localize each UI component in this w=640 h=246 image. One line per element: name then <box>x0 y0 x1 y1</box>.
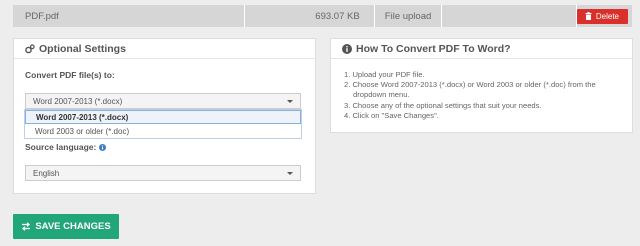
convert-dropdown-list: Word 2007-2013 (*.docx) Word 2003 or old… <box>24 109 302 139</box>
how-to-step: 3. Choose any of the optional settings t… <box>344 100 542 110</box>
file-row: PDF.pdf 693.07 KB File upload Delete <box>13 5 632 27</box>
delete-button[interactable]: Delete <box>576 8 628 24</box>
how-to-step: 2. Choose Word 2007-2013 (*.docx) or Wor… <box>344 80 596 90</box>
source-language-label: Source language: <box>25 142 107 152</box>
chevron-down-icon <box>287 100 293 103</box>
info-circle-icon <box>342 43 352 54</box>
file-actions: Delete <box>576 5 632 27</box>
convert-label: Convert PDF file(s) to: <box>25 70 115 80</box>
file-source: File upload <box>375 5 443 27</box>
how-to-panel: How To Convert PDF To Word? 1. Upload yo… <box>330 38 633 133</box>
how-to-step: 1. Upload your PDF file. <box>344 70 425 79</box>
source-language-select[interactable]: English <box>25 165 301 181</box>
source-language-value: English <box>33 168 60 178</box>
file-size: 693.07 KB <box>245 5 375 27</box>
exchange-icon <box>22 222 31 231</box>
dropdown-option-doc[interactable]: Word 2003 or older (*.doc) <box>25 124 301 138</box>
save-changes-button[interactable]: SAVE CHANGES <box>13 214 119 239</box>
info-icon[interactable] <box>99 143 107 151</box>
how-to-step: dropdown menu. <box>353 90 410 100</box>
how-to-steps: 1. Upload your PDF file. 2. Choose Word … <box>344 70 624 121</box>
how-to-header: How To Convert PDF To Word? <box>331 39 632 59</box>
how-to-step: 4. Click on "Save Changes". <box>344 110 439 120</box>
source-language-text: Source language: <box>25 142 97 152</box>
gears-icon <box>25 43 35 53</box>
file-spacer <box>442 5 577 27</box>
trash-icon <box>585 12 592 20</box>
chevron-down-icon <box>287 172 293 175</box>
how-to-title: How To Convert PDF To Word? <box>356 42 511 55</box>
optional-settings-header: Optional Settings <box>14 39 315 59</box>
file-name: PDF.pdf <box>13 5 246 27</box>
save-changes-label: SAVE CHANGES <box>35 221 111 232</box>
dropdown-option-docx[interactable]: Word 2007-2013 (*.docx) <box>25 110 301 124</box>
convert-select-value: Word 2007-2013 (*.docx) <box>33 96 123 106</box>
delete-label: Delete <box>595 11 619 21</box>
optional-settings-title: Optional Settings <box>39 42 126 55</box>
convert-select[interactable]: Word 2007-2013 (*.docx) <box>25 93 301 109</box>
